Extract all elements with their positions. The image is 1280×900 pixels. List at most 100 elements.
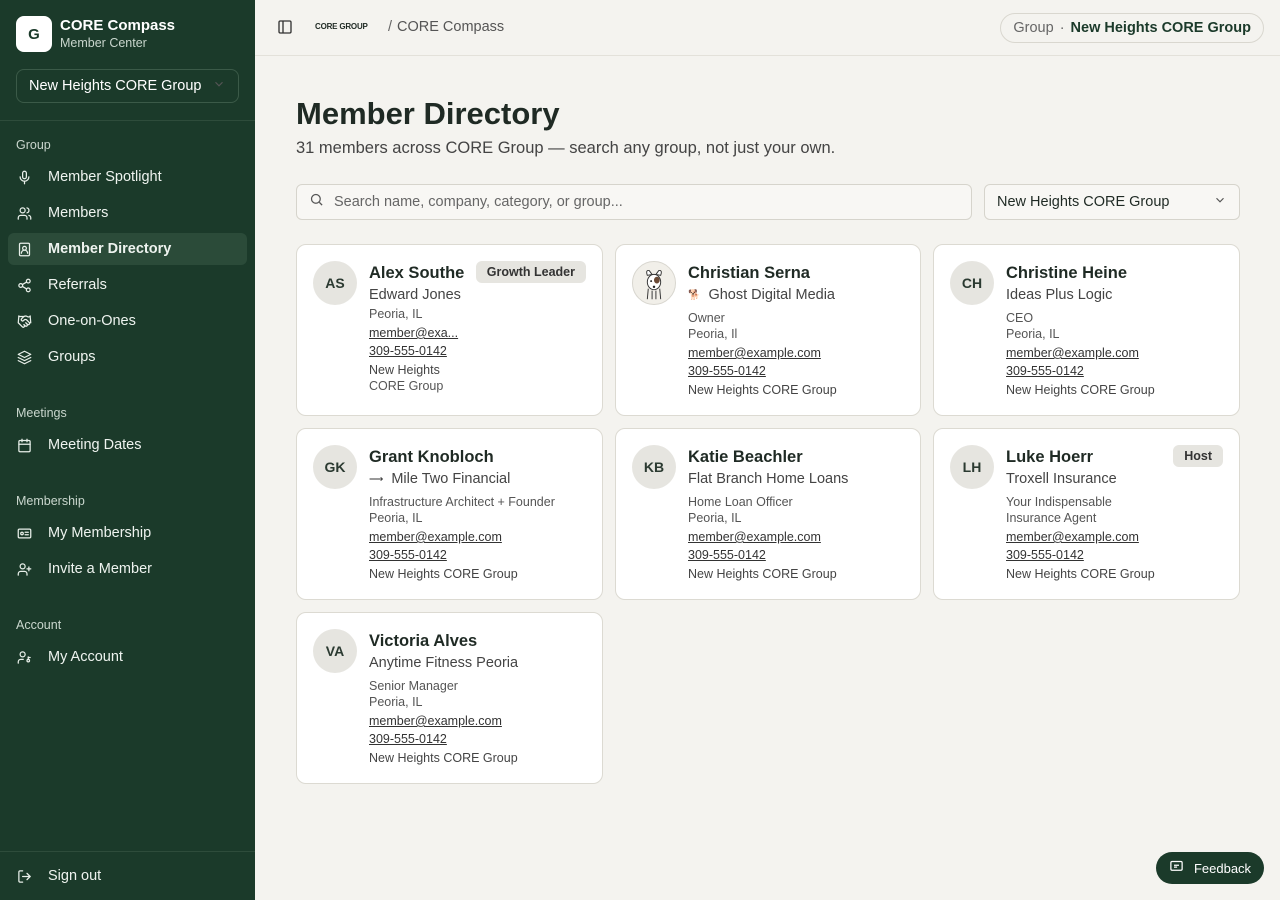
company-logo-icon: ⟶ bbox=[369, 473, 384, 485]
member-phone-link[interactable]: 309-555-0142 bbox=[688, 546, 837, 564]
page-subtitle: 31 members across CORE Group — search an… bbox=[296, 139, 836, 157]
member-email-link[interactable]: member@example.com bbox=[688, 344, 837, 362]
brand[interactable]: G CORE Compass Member Center bbox=[0, 0, 255, 52]
section-title-meetings: Meetings bbox=[16, 406, 67, 420]
member-card[interactable]: GK Grant Knobloch ⟶ Mile Two Financial In… bbox=[296, 428, 603, 600]
contact-book-icon bbox=[16, 241, 32, 257]
sign-out-button[interactable]: Sign out bbox=[8, 860, 247, 892]
company-name: Mile Two Financial bbox=[391, 471, 511, 487]
calendar-icon bbox=[16, 437, 32, 453]
group-pill[interactable]: Group · New Heights CORE Group bbox=[1000, 13, 1264, 43]
avatar: KB bbox=[632, 445, 676, 489]
topbar: CORE GROUP / CORE Compass Group · New He… bbox=[255, 0, 1280, 56]
member-card[interactable]: AS Alex Southe Growth Leader Edward Jone… bbox=[296, 244, 603, 416]
group-filter-select[interactable]: New Heights CORE Group bbox=[984, 184, 1240, 220]
panel-toggle-icon bbox=[277, 20, 293, 39]
role-badge: Growth Leader bbox=[475, 261, 586, 283]
section-title-account: Account bbox=[16, 618, 62, 632]
member-phone-link[interactable]: 309-555-0142 bbox=[1006, 546, 1155, 564]
member-card[interactable]: CH Christine Heine Ideas Plus Logic CEO … bbox=[933, 244, 1240, 416]
member-name: Christian Serna bbox=[688, 264, 810, 282]
group-selector-value: New Heights CORE Group bbox=[29, 78, 202, 94]
member-phone-link[interactable]: 309-555-0142 bbox=[369, 730, 518, 748]
sidebar-item-label: My Account bbox=[48, 649, 123, 665]
member-company: 🐕 Ghost Digital Media bbox=[688, 287, 835, 303]
member-group: New Heights CORE Group bbox=[369, 567, 518, 581]
sidebar-item-label: Members bbox=[48, 205, 109, 221]
sidebar-item-my-account[interactable]: My Account bbox=[8, 641, 247, 673]
member-phone-link[interactable]: 309-555-0142 bbox=[369, 546, 555, 564]
member-card[interactable]: Christian Serna 🐕 Ghost Digital Media Own… bbox=[615, 244, 921, 416]
member-group: New Heights CORE Group bbox=[1006, 383, 1155, 397]
company-name: Flat Branch Home Loans bbox=[688, 471, 849, 487]
sidebar-item-members[interactable]: Members bbox=[8, 197, 247, 229]
member-location: Peoria, IL bbox=[369, 695, 423, 709]
breadcrumb: CORE Compass bbox=[397, 19, 505, 35]
page-title: Member Directory bbox=[296, 96, 560, 131]
sidebar-item-label: Invite a Member bbox=[48, 561, 152, 577]
member-email-link[interactable]: member@example.com bbox=[1006, 344, 1155, 362]
feedback-button[interactable]: Feedback bbox=[1156, 852, 1264, 884]
brand-logo: G bbox=[16, 16, 52, 52]
divider bbox=[0, 120, 255, 121]
member-email-link[interactable]: member@example.com bbox=[369, 528, 555, 546]
sidebar-item-my-membership[interactable]: My Membership bbox=[8, 517, 247, 549]
member-email-link[interactable]: member@example.com bbox=[688, 528, 837, 546]
company-name: Edward Jones bbox=[369, 287, 461, 303]
member-email-link[interactable]: member@example.com bbox=[369, 712, 518, 730]
avatar: VA bbox=[313, 629, 357, 673]
member-name: Victoria Alves bbox=[369, 632, 478, 650]
member-name: Katie Beachler bbox=[688, 448, 803, 466]
avatar: CH bbox=[950, 261, 994, 305]
member-name: Luke Hoerr bbox=[1006, 448, 1094, 466]
sidebar-item-label: Groups bbox=[48, 349, 96, 365]
member-card[interactable]: LH Luke Hoerr Host Troxell Insurance You… bbox=[933, 428, 1240, 600]
search-input[interactable] bbox=[334, 194, 934, 210]
avatar: AS bbox=[313, 261, 357, 305]
member-role: Infrastructure Architect + Founder bbox=[369, 495, 555, 509]
sidebar-item-label: Meeting Dates bbox=[48, 437, 142, 453]
member-card[interactable]: KB Katie Beachler Flat Branch Home Loans… bbox=[615, 428, 921, 600]
member-card[interactable]: VA Victoria Alves Anytime Fitness Peoria… bbox=[296, 612, 603, 784]
member-group: New Heights bbox=[369, 363, 440, 377]
sidebar-item-referrals[interactable]: Referrals bbox=[8, 269, 247, 301]
member-company: Anytime Fitness Peoria bbox=[369, 655, 518, 671]
member-phone-link[interactable]: 309-555-0142 bbox=[369, 342, 469, 360]
member-group: New Heights CORE Group bbox=[369, 751, 518, 765]
search-icon bbox=[309, 192, 324, 212]
avatar-dog-photo bbox=[632, 261, 676, 305]
breadcrumb-separator: / bbox=[388, 19, 393, 35]
member-company: Flat Branch Home Loans bbox=[688, 471, 848, 487]
section-title-group: Group bbox=[16, 138, 51, 152]
avatar: GK bbox=[313, 445, 357, 489]
sidebar-item-label: Member Directory bbox=[48, 241, 172, 257]
member-email-link[interactable]: member@exa... bbox=[369, 324, 469, 342]
member-location: Peoria, IL bbox=[688, 511, 742, 525]
member-name: Christine Heine bbox=[1006, 264, 1128, 282]
sidebar-item-one-on-ones[interactable]: One-on-Ones bbox=[8, 305, 247, 337]
chevron-down-icon bbox=[212, 77, 226, 95]
search-box[interactable] bbox=[296, 184, 972, 220]
member-email-link[interactable]: member@example.com bbox=[1006, 528, 1155, 546]
sidebar-item-member-spotlight[interactable]: Member Spotlight bbox=[8, 161, 247, 193]
brand-name: CORE Compass bbox=[60, 17, 176, 34]
group-selector[interactable]: New Heights CORE Group bbox=[16, 69, 239, 103]
sidebar-item-groups[interactable]: Groups bbox=[8, 341, 247, 373]
group-pill-value: New Heights CORE Group bbox=[1070, 20, 1251, 36]
member-company: ⟶ Mile Two Financial bbox=[369, 471, 510, 487]
member-phone-link[interactable]: 309-555-0142 bbox=[688, 362, 837, 380]
sidebar-item-meeting-dates[interactable]: Meeting Dates bbox=[8, 429, 247, 461]
sidebar-item-invite-member[interactable]: Invite a Member bbox=[8, 553, 247, 585]
member-role: Home Loan Officer bbox=[688, 495, 793, 509]
sidebar-toggle-button[interactable] bbox=[277, 19, 295, 37]
group-pill-separator: · bbox=[1059, 20, 1065, 36]
sidebar-item-member-directory[interactable]: Member Directory bbox=[8, 233, 247, 265]
member-name: Alex Southe bbox=[369, 264, 465, 282]
company-name: Ghost Digital Media bbox=[708, 287, 835, 303]
member-role: Owner bbox=[688, 311, 725, 325]
share-icon bbox=[16, 277, 32, 293]
member-phone-link[interactable]: 309-555-0142 bbox=[1006, 362, 1155, 380]
message-icon bbox=[1169, 859, 1194, 877]
core-group-logo[interactable]: CORE GROUP bbox=[315, 22, 368, 31]
feedback-label: Feedback bbox=[1193, 860, 1252, 876]
